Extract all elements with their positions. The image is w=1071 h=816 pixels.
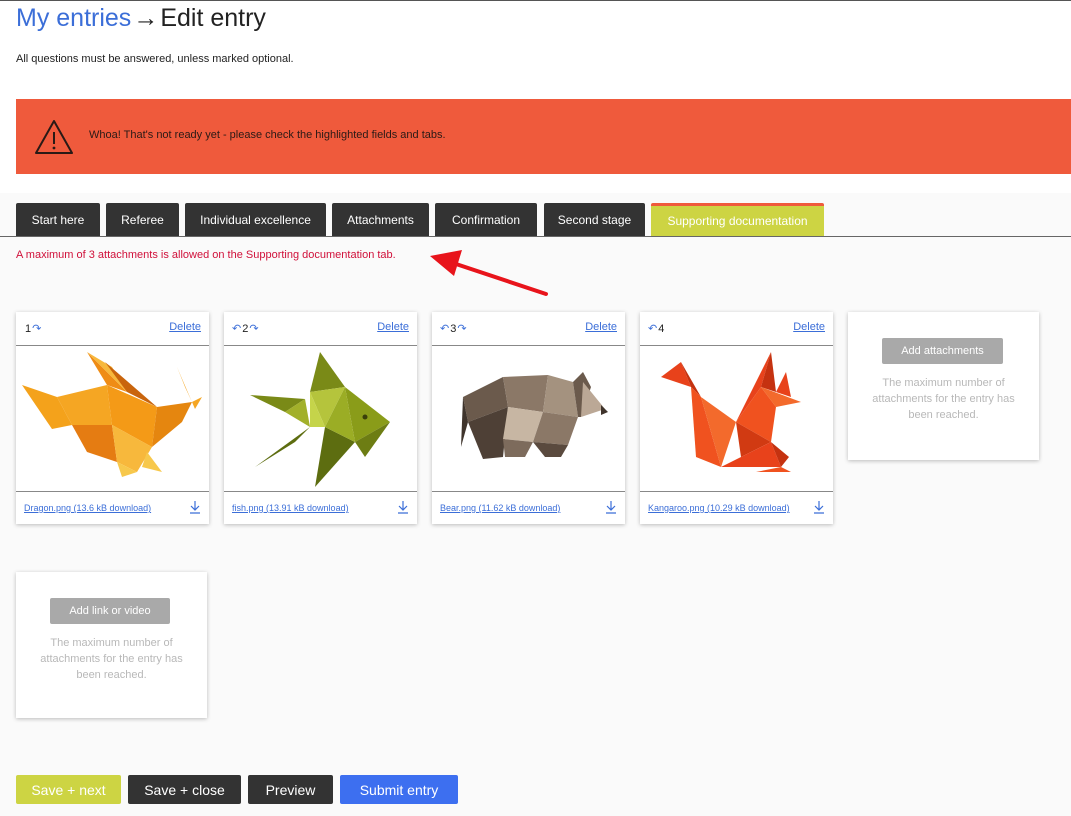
move-right-icon[interactable]: ↷	[457, 322, 466, 335]
tab-confirmation[interactable]: Confirmation	[435, 203, 537, 236]
file-download-link[interactable]: Kangaroo.png (10.29 kB download)	[648, 503, 790, 513]
attachment-card: ↶ 4 Delete Kangaroo.png (10.29 kB downlo…	[640, 312, 833, 524]
file-download-link[interactable]: Dragon.png (13.6 kB download)	[24, 503, 151, 513]
warning-icon	[35, 120, 73, 154]
card-header: 1 ↷ Delete	[16, 312, 209, 346]
add-attachments-panel: Add attachments The maximum number of at…	[848, 312, 1039, 460]
add-attachments-button[interactable]: Add attachments	[882, 338, 1003, 364]
card-header: ↶ 3 ↷ Delete	[432, 312, 625, 346]
submit-entry-button[interactable]: Submit entry	[340, 775, 458, 804]
tab-supporting-documentation[interactable]: Supporting documentation	[651, 203, 824, 236]
move-right-icon[interactable]: ↷	[249, 322, 258, 335]
breadcrumb-my-entries-link[interactable]: My entries	[16, 4, 131, 32]
download-icon[interactable]	[189, 500, 201, 514]
dragon-image	[22, 352, 202, 477]
move-left-icon[interactable]: ↶	[232, 322, 241, 335]
tabs-divider	[0, 236, 1071, 237]
add-link-panel: Add link or video The maximum number of …	[16, 572, 207, 718]
delete-link[interactable]: Delete	[585, 321, 617, 333]
error-alert-banner: Whoa! That's not ready yet - please chec…	[16, 99, 1071, 174]
max-attachments-note: The maximum number of attachments for th…	[872, 377, 1015, 421]
attachment-card: 1 ↷ Delete Dragon.png (13.6 kB download)	[16, 312, 209, 524]
attachment-number: 4	[658, 322, 665, 335]
tab-second-stage[interactable]: Second stage	[544, 203, 645, 236]
delete-link[interactable]: Delete	[377, 321, 409, 333]
page-title: My entries→Edit entry	[16, 3, 266, 33]
card-order-controls: 1 ↷	[24, 322, 41, 336]
download-icon[interactable]	[813, 500, 825, 514]
card-footer: Kangaroo.png (10.29 kB download)	[640, 491, 833, 524]
move-left-icon[interactable]: ↶	[648, 322, 657, 335]
attachment-card: ↶ 3 ↷ Delete Bear.png (11.62 kB download…	[432, 312, 625, 524]
save-next-button[interactable]: Save + next	[16, 775, 121, 804]
breadcrumb-arrow: →	[133, 4, 159, 32]
card-order-controls: ↶ 2 ↷	[232, 322, 259, 336]
breadcrumb-current: Edit entry	[160, 4, 266, 32]
card-order-controls: ↶ 4	[648, 322, 665, 336]
bear-image	[461, 372, 608, 459]
download-icon[interactable]	[605, 500, 617, 514]
delete-link[interactable]: Delete	[793, 321, 825, 333]
card-order-controls: ↶ 3 ↷	[440, 322, 467, 336]
card-header: ↶ 4 Delete	[640, 312, 833, 346]
attachment-number: 3	[450, 322, 457, 335]
move-left-icon[interactable]: ↶	[440, 322, 449, 335]
card-header: ↶ 2 ↷ Delete	[224, 312, 417, 346]
file-download-link[interactable]: Bear.png (11.62 kB download)	[440, 503, 560, 513]
max-attachments-note: The maximum number of attachments for th…	[40, 637, 183, 681]
move-right-icon[interactable]: ↷	[32, 322, 41, 335]
fish-image	[250, 352, 390, 487]
card-footer: Dragon.png (13.6 kB download)	[16, 491, 209, 524]
card-footer: fish.png (13.91 kB download)	[224, 491, 417, 524]
add-link-or-video-button[interactable]: Add link or video	[50, 598, 170, 624]
preview-button[interactable]: Preview	[248, 775, 333, 804]
tab-start-here[interactable]: Start here	[16, 203, 100, 236]
form-instructions: All questions must be answered, unless m…	[16, 53, 294, 65]
alert-message: Whoa! That's not ready yet - please chec…	[89, 129, 446, 141]
attachment-limit-error: A maximum of 3 attachments is allowed on…	[16, 249, 396, 261]
file-download-link[interactable]: fish.png (13.91 kB download)	[232, 503, 349, 513]
attachment-number: 1	[25, 322, 32, 335]
save-close-button[interactable]: Save + close	[128, 775, 241, 804]
attachment-number: 2	[242, 322, 249, 335]
tab-referee[interactable]: Referee	[106, 203, 179, 236]
tab-attachments[interactable]: Attachments	[332, 203, 429, 236]
attachment-card: ↶ 2 ↷ Delete fish.png (13.91 kB download…	[224, 312, 417, 524]
tab-individual-excellence[interactable]: Individual excellence	[185, 203, 326, 236]
card-footer: Bear.png (11.62 kB download)	[432, 491, 625, 524]
red-arrow-annotation	[430, 250, 548, 296]
delete-link[interactable]: Delete	[169, 321, 201, 333]
download-icon[interactable]	[397, 500, 409, 514]
kangaroo-image	[661, 352, 801, 472]
